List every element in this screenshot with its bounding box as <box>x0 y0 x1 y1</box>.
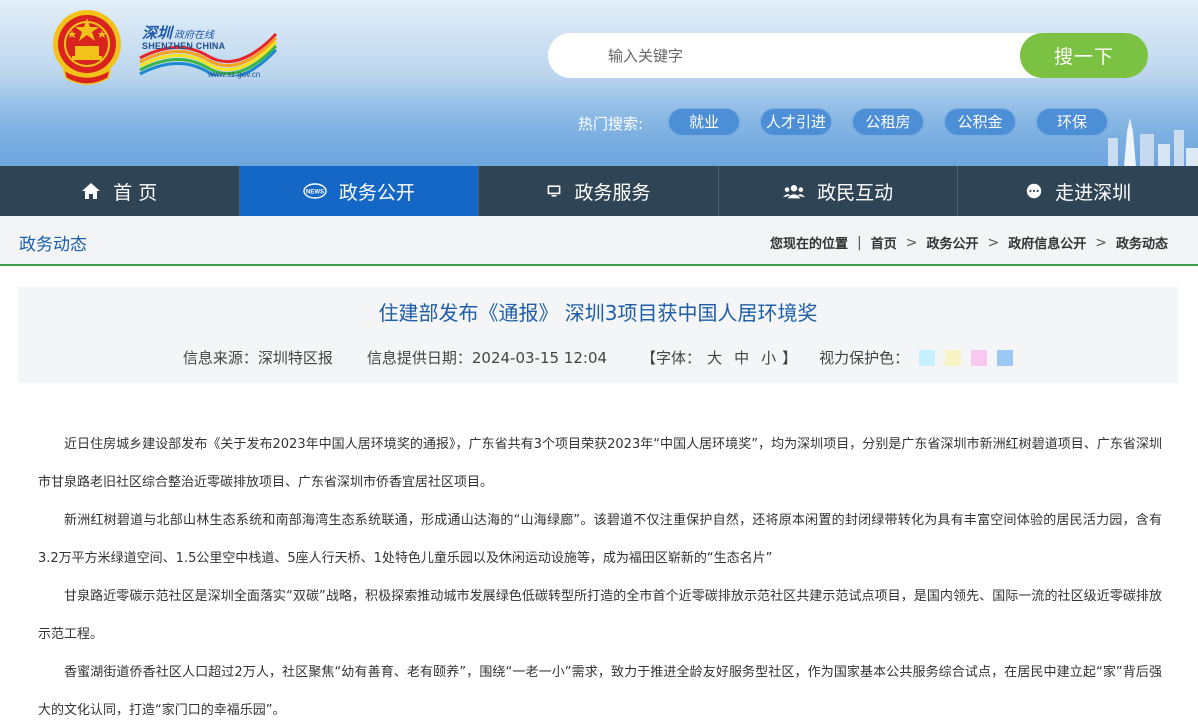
logo-cn-text: 深圳 政府在线 <box>142 24 215 42</box>
article-body: 近日住房城乡建设部发布《关于发布2023年中国人居环境奖的通报》，广东省共有3个… <box>38 426 1162 725</box>
article-title: 住建部发布《通报》 深圳3项目获中国人居环境奖 <box>378 301 818 325</box>
article-meta: 信息来源：深圳特区报 信息提供日期：2024-03-15 12:04 【字体： … <box>18 347 1178 368</box>
breadcrumb-separator: > <box>905 234 918 251</box>
hot-search-tag[interactable]: 就业 <box>668 108 740 136</box>
site-logo[interactable]: 深圳 政府在线 SHENZHEN CHINA www.sz.gov.cn <box>138 20 278 82</box>
hot-search-tag[interactable]: 人才引进 <box>760 108 832 136</box>
monitor-icon <box>548 185 561 197</box>
breadcrumb-government-affairs[interactable]: 政务公开 <box>926 233 978 252</box>
font-size-small[interactable]: 小 <box>761 347 776 368</box>
eye-care-swatch[interactable] <box>919 349 936 366</box>
city-skyline-icon <box>1108 118 1198 166</box>
eye-care-label: 视力保护色： <box>819 349 910 367</box>
search-input[interactable] <box>548 33 1018 78</box>
article-paragraph: 香蜜湖街道侨香社区人口超过2万人，社区聚焦“幼有善育、老有颐养”，围绕“一老一小… <box>38 665 1162 718</box>
breadcrumb-location-label: 您现在的位置 <box>770 237 849 252</box>
eye-care-swatch[interactable] <box>997 349 1014 366</box>
breadcrumb-info-disclosure[interactable]: 政府信息公开 <box>1008 233 1086 252</box>
breadcrumb-home[interactable]: 首页 <box>871 233 897 252</box>
article-paragraph: 近日住房城乡建设部发布《关于发布2023年中国人居环境奖的通报》，广东省共有3个… <box>38 437 1162 490</box>
news-icon: NEWS <box>303 183 327 199</box>
nav-item-label: 政民互动 <box>817 181 894 204</box>
breadcrumb-bar: 政务动态 您现在的位置 | 首页 > 政务公开 > 政府信息公开 > 政务动态 <box>0 216 1198 266</box>
article-date: 信息提供日期：2024-03-15 12:04 <box>366 349 608 367</box>
breadcrumb-separator: > <box>1095 234 1107 251</box>
nav-item-shenzhen[interactable]: 走进深圳 <box>958 166 1198 216</box>
national-emblem-icon <box>53 10 121 85</box>
breadcrumb-separator: | <box>857 234 862 251</box>
site-header: 深圳政府在线 SHENZHEN CHINA www.sz.gov.cn 搜一下 … <box>0 0 1198 166</box>
logo-url-text: www.sz.gov.cn <box>208 70 261 79</box>
article-paragraph: 新洲红树碧道与北部山林生态系统和南部海湾生态系统联通，形成通山达海的“山海绿廊”… <box>38 513 1162 566</box>
home-icon <box>82 183 101 199</box>
nav-item-services[interactable]: 政务服务 <box>479 166 719 216</box>
article-source: 信息来源：深圳特区报 <box>182 349 333 367</box>
search-bar: 搜一下 <box>548 33 1148 78</box>
article-header: 住建部发布《通报》 深圳3项目获中国人居环境奖 信息来源：深圳特区报 信息提供日… <box>18 287 1178 383</box>
article-paragraph: 甘泉路近零碳示范社区是深圳全面落实“双碳”战略，积极探索推动城市发展绿色低碳转型… <box>38 589 1162 642</box>
nav-item-interaction[interactable]: 政民互动 <box>719 166 959 216</box>
main-nav: 首 页 NEWS 政务公开 政务服务 政民互动 走进深圳 <box>0 166 1198 216</box>
font-size-medium[interactable]: 中 <box>734 347 749 368</box>
hot-search-label: 热门搜索: <box>578 115 644 133</box>
hot-search-tag[interactable]: 公租房 <box>852 108 924 136</box>
breadcrumb-current[interactable]: 政务动态 <box>1116 233 1168 252</box>
breadcrumb: 您现在的位置 | 首页 > 政务公开 > 政府信息公开 > 政务动态 <box>770 233 1168 253</box>
svg-text:NEWS: NEWS <box>306 190 324 196</box>
font-size-label: 【字体： <box>641 349 702 367</box>
font-size-end: 】 <box>782 349 798 367</box>
hot-search-tag[interactable]: 公积金 <box>944 108 1016 136</box>
eye-care-swatch[interactable] <box>971 349 988 366</box>
logo-en-text: SHENZHEN CHINA <box>142 41 226 51</box>
nav-item-label: 走进深圳 <box>1055 181 1132 204</box>
nav-item-label: 首 页 <box>113 181 158 204</box>
font-size-large[interactable]: 大 <box>707 347 722 368</box>
section-title: 政务动态 <box>19 235 87 255</box>
users-icon <box>783 185 806 199</box>
nav-item-home[interactable]: 首 页 <box>0 166 240 216</box>
nav-item-label: 政务服务 <box>574 181 651 204</box>
search-button[interactable]: 搜一下 <box>1020 33 1148 78</box>
eye-care-swatch[interactable] <box>945 349 962 366</box>
chat-icon <box>1026 183 1042 199</box>
breadcrumb-separator: > <box>987 234 1000 251</box>
nav-item-label: 政务公开 <box>338 181 415 204</box>
nav-item-government-affairs[interactable]: NEWS 政务公开 <box>239 166 480 216</box>
